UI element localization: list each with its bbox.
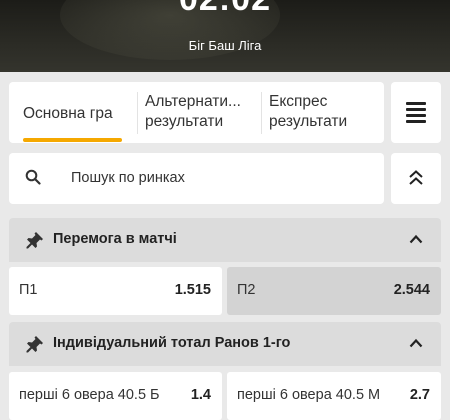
outcome-odds: 1.515 [174, 282, 211, 298]
tab-alternative-results[interactable]: Альтернати... результати [145, 92, 253, 132]
tab-label-line2: результати [269, 113, 348, 130]
outcome-odds: 1.4 [190, 387, 211, 403]
outcome-odds: 2.544 [393, 282, 430, 298]
chevron-up-icon[interactable] [409, 233, 423, 245]
search-input[interactable] [71, 167, 351, 189]
tab-label-line2: результати [145, 113, 224, 130]
market-header[interactable]: Індивідуальний тотал Ранов 1-го [9, 322, 441, 366]
odds-button[interactable]: П2 2.544 [227, 267, 441, 315]
tab-label-line1: Експрес [269, 93, 328, 110]
list-menu-icon [406, 102, 426, 123]
tab-express-results[interactable]: Експрес результати [269, 92, 377, 132]
collapse-all-button[interactable] [391, 153, 441, 204]
market-title: Перемога в матчі [53, 231, 177, 247]
outcome-label: перші 6 овера 40.5 М [237, 387, 381, 403]
tab-divider [261, 92, 262, 134]
odds-button[interactable]: перші 6 овера 40.5 Б 1.4 [9, 372, 222, 420]
market-group-tabs: Основна гра Альтернати... результати Екс… [9, 82, 384, 143]
chevron-up-icon[interactable] [409, 337, 423, 349]
double-chevron-up-icon [409, 170, 423, 185]
market-search-bar [9, 153, 384, 204]
pin-icon[interactable] [25, 334, 45, 354]
search-icon [25, 169, 41, 185]
outcome-label: перші 6 овера 40.5 Б [19, 387, 160, 403]
outcome-odds: 2.7 [409, 387, 430, 403]
market-title: Індивідуальний тотал Ранов 1-го [53, 335, 291, 351]
pin-icon[interactable] [25, 230, 45, 250]
match-header: 02:02 Біг Баш Ліга [0, 0, 450, 72]
odds-button[interactable]: перші 6 овера 40.5 М 2.7 [227, 372, 441, 420]
league-name: Біг Баш Ліга [188, 38, 262, 53]
market-header[interactable]: Перемога в матчі [9, 218, 441, 262]
active-tab-indicator [23, 138, 122, 142]
tab-main-game[interactable]: Основна гра [23, 104, 133, 124]
outcome-label: П2 [237, 282, 256, 298]
outcome-label: П1 [19, 282, 38, 298]
tab-label-line1: Альтернати... [145, 93, 241, 110]
tab-label: Основна гра [23, 105, 113, 122]
markets-menu-button[interactable] [391, 82, 441, 143]
match-score: 02:02 [0, 0, 450, 19]
tab-divider [137, 92, 138, 134]
odds-button[interactable]: П1 1.515 [9, 267, 222, 315]
